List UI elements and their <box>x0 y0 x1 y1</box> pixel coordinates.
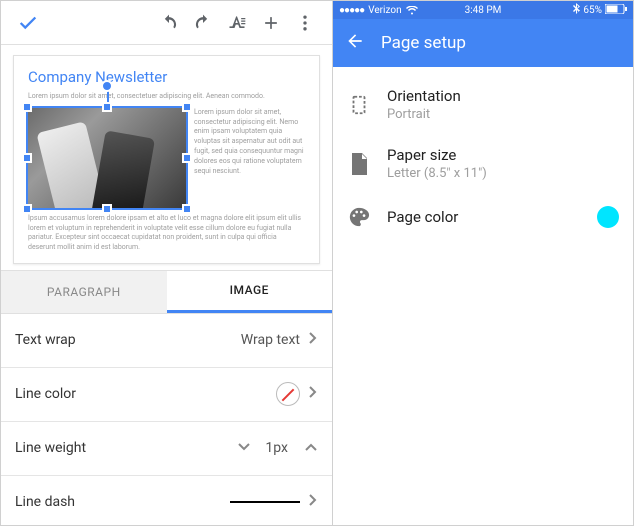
tab-paragraph[interactable]: PARAGRAPH <box>1 271 167 313</box>
setting-page-color[interactable]: Page color <box>333 193 633 241</box>
bluetooth-icon <box>573 3 580 17</box>
option-line-weight[interactable]: Line weight 1px <box>1 422 332 476</box>
doc-after-text: Ipsum accusamus lorem dolore ipsam et al… <box>28 214 305 253</box>
option-label: Text wrap <box>15 332 241 348</box>
editor-toolbar <box>1 1 332 45</box>
ios-status-bar: ●●●●● Verizon 3:48 PM 65% <box>333 1 633 19</box>
resize-handle[interactable] <box>182 204 192 214</box>
paper-icon <box>347 152 371 176</box>
setting-label: Paper size <box>387 146 487 164</box>
setting-orientation[interactable]: Orientation Portrait <box>333 75 633 134</box>
setting-paper-size[interactable]: Paper size Letter (8.5" x 11") <box>333 134 633 193</box>
page-setup-appbar: Page setup <box>333 19 633 67</box>
setting-label: Page color <box>387 208 458 226</box>
document-canvas: Company Newsletter Lorem ipsum dolor sit… <box>1 45 332 270</box>
format-tabs: PARAGRAPH IMAGE <box>1 270 332 314</box>
setting-value: Portrait <box>387 107 461 122</box>
chevron-right-icon <box>308 385 318 403</box>
page-color-swatch <box>597 206 619 228</box>
battery-icon <box>605 4 627 17</box>
orientation-icon <box>347 93 371 117</box>
solid-line-icon <box>230 501 300 503</box>
resize-handle[interactable] <box>22 102 32 112</box>
chevron-up-icon[interactable] <box>304 440 318 456</box>
option-line-color[interactable]: Line color <box>1 368 332 422</box>
option-value: Wrap text <box>241 332 300 348</box>
option-label: Line dash <box>15 494 230 510</box>
image-options: Text wrap Wrap text Line color Line weig… <box>1 314 332 525</box>
option-line-dash[interactable]: Line dash <box>1 476 332 525</box>
signal-dots-icon: ●●●●● <box>339 5 364 16</box>
text-format-icon[interactable] <box>220 6 254 40</box>
option-value: 1px <box>265 440 288 456</box>
option-label: Line color <box>15 386 276 402</box>
resize-handle[interactable] <box>182 102 192 112</box>
resize-handle[interactable] <box>22 204 32 214</box>
insert-plus-icon[interactable] <box>254 6 288 40</box>
appbar-title: Page setup <box>381 33 466 53</box>
no-color-swatch-icon <box>276 382 300 406</box>
chevron-right-icon <box>308 493 318 511</box>
doc-title: Company Newsletter <box>28 68 305 86</box>
status-time: 3:48 PM <box>435 5 531 16</box>
tab-image[interactable]: IMAGE <box>167 271 333 313</box>
option-text-wrap[interactable]: Text wrap Wrap text <box>1 314 332 368</box>
selected-image[interactable] <box>28 108 186 208</box>
doc-side-text: Lorem ipsum dolor sit amet, consectetur … <box>194 108 305 208</box>
done-check-icon[interactable] <box>11 6 45 40</box>
left-screen: Company Newsletter Lorem ipsum dolor sit… <box>1 1 333 525</box>
resize-handle[interactable] <box>102 204 112 214</box>
carrier-label: Verizon <box>368 5 401 16</box>
wifi-icon <box>406 6 418 15</box>
chevron-right-icon <box>308 331 318 349</box>
setting-label: Orientation <box>387 87 461 105</box>
doc-lede-text: Lorem ipsum dolor sit amet, consectetuer… <box>28 92 305 102</box>
battery-percent: 65% <box>583 5 602 16</box>
right-screen: ●●●●● Verizon 3:48 PM 65% Page setup <box>333 1 633 525</box>
resize-handle[interactable] <box>22 153 32 163</box>
resize-handle[interactable] <box>102 102 112 112</box>
undo-icon[interactable] <box>152 6 186 40</box>
chevron-down-icon[interactable] <box>237 440 251 456</box>
palette-icon <box>347 205 371 229</box>
resize-handle[interactable] <box>182 153 192 163</box>
back-arrow-icon[interactable] <box>345 31 365 55</box>
setting-value: Letter (8.5" x 11") <box>387 166 487 181</box>
overflow-menu-icon[interactable] <box>288 6 322 40</box>
option-label: Line weight <box>15 440 237 456</box>
rotate-handle-icon[interactable] <box>101 80 113 92</box>
redo-icon[interactable] <box>186 6 220 40</box>
